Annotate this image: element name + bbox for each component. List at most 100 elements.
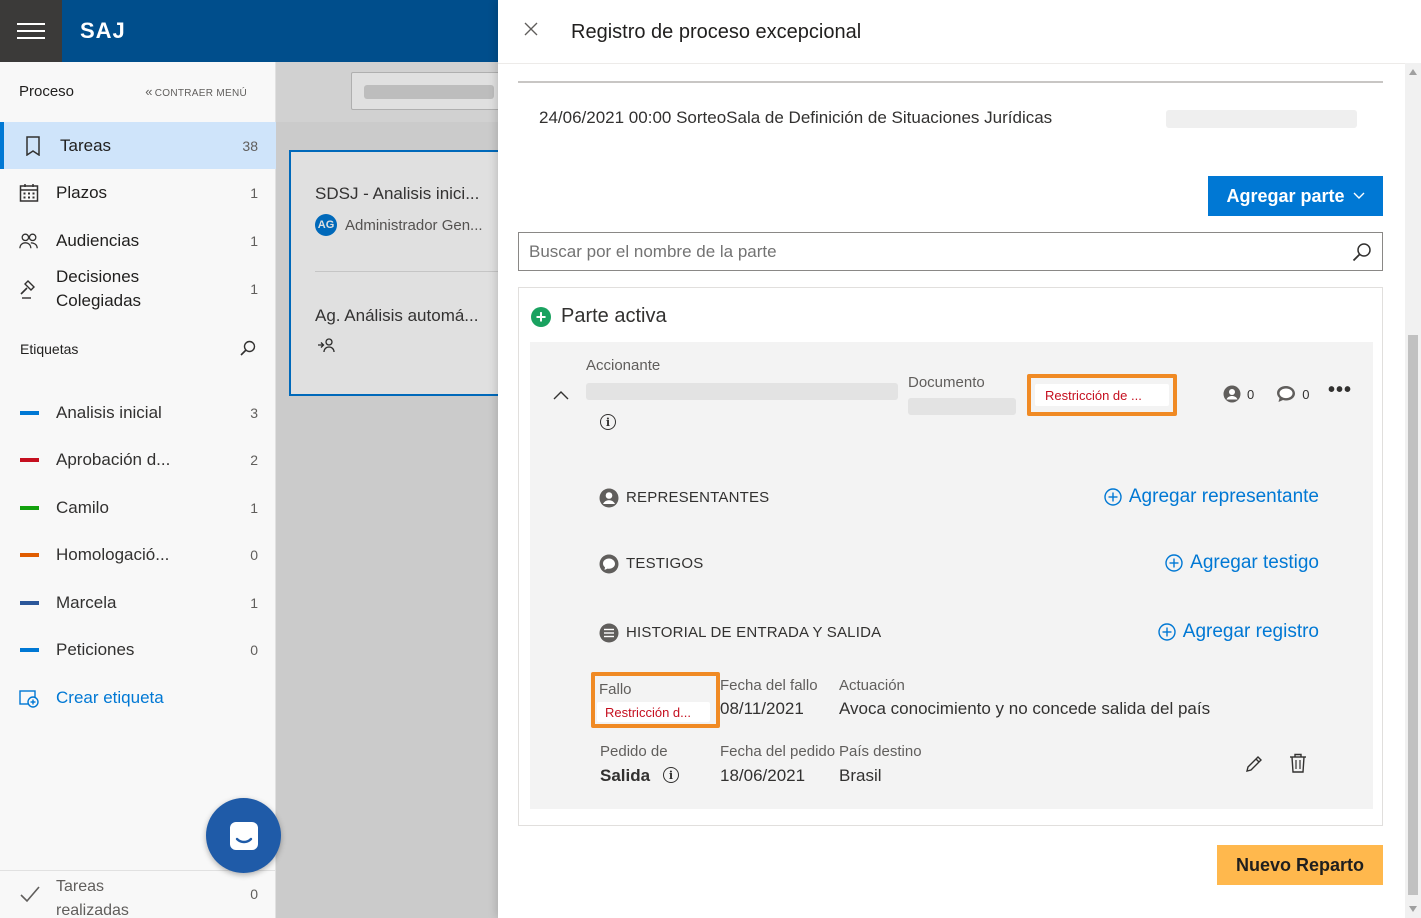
create-tag-button[interactable]: Crear etiqueta: [0, 674, 276, 721]
app-brand: SAJ: [80, 18, 126, 43]
more-options-icon[interactable]: •••: [1328, 380, 1352, 400]
party-card: + Parte activa Accionante i Documento Re…: [518, 287, 1383, 826]
create-tag-label: Crear etiqueta: [56, 687, 164, 707]
scroll-down-icon[interactable]: [1409, 906, 1417, 912]
plus-circle-icon: [1104, 488, 1122, 506]
search-icon[interactable]: [1352, 242, 1372, 262]
sidebar-item-tareas[interactable]: Tareas 38: [0, 122, 276, 169]
sidebar-item-tareas-realizadas[interactable]: Tareas realizadas 0: [0, 870, 276, 918]
info-icon[interactable]: i: [663, 767, 679, 783]
registro-panel: Registro de proceso excepcional 24/06/20…: [498, 0, 1421, 918]
delete-trash-icon[interactable]: [1289, 753, 1309, 773]
tag-item[interactable]: Aprobación d... 2: [0, 436, 276, 483]
sidebar-item-label: Audiencias: [56, 230, 140, 250]
section-historial: HISTORIAL DE ENTRADA Y SALIDA Agregar re…: [599, 621, 1319, 645]
add-testigo-button[interactable]: Agregar testigo: [1165, 552, 1319, 574]
tag-item[interactable]: Camilo 1: [0, 484, 276, 531]
documento-label: Documento: [908, 374, 985, 391]
panel-scrollbar[interactable]: [1405, 63, 1421, 918]
tag-color-bar: [20, 457, 39, 462]
redacted-text: [586, 383, 898, 400]
sidebar-item-audiencias[interactable]: Audiencias 1: [0, 217, 276, 264]
sidebar-section-title: Proceso: [19, 83, 75, 100]
fallo-restriction-badge[interactable]: Restricción d...: [597, 702, 710, 722]
add-party-button[interactable]: Agregar parte: [1208, 176, 1383, 216]
people-icon: [19, 231, 39, 251]
chevron-up-icon[interactable]: [553, 387, 569, 400]
tag-count: 1: [250, 594, 258, 611]
tag-color-bar: [20, 647, 39, 652]
sidebar-item-decisiones-colegiadas[interactable]: Decisiones Colegiadas 1: [0, 264, 276, 314]
add-registro-button[interactable]: Agregar registro: [1158, 621, 1319, 643]
tag-item[interactable]: Marcela 1: [0, 579, 276, 626]
fecha-fallo-value: 08/11/2021: [720, 699, 804, 718]
pedido-label: Pedido de: [600, 743, 668, 760]
scroll-up-icon[interactable]: [1409, 69, 1417, 75]
tag-item[interactable]: Homologació... 0: [0, 531, 276, 578]
fecha-pedido-label: Fecha del pedido: [720, 743, 836, 760]
person-icon: [1223, 385, 1241, 403]
double-chevron-left-icon: «: [145, 84, 153, 99]
divider: [498, 63, 1405, 64]
party-search-input[interactable]: [529, 241, 1329, 262]
sidebar-item-label: Decisiones Colegiadas: [56, 267, 142, 310]
accionante-label: Accionante: [586, 357, 661, 374]
sidebar-item-label: Tareas realizadas: [56, 878, 129, 918]
person-icon: [599, 488, 619, 508]
section-label: REPRESENTANTES: [626, 489, 770, 506]
collapse-menu-button[interactable]: «CONTRAER MENÚ: [145, 84, 247, 99]
sidebar-item-count: 38: [242, 137, 258, 154]
party-search-field[interactable]: [518, 232, 1383, 271]
nuevo-reparto-button[interactable]: Nuevo Reparto: [1217, 845, 1383, 885]
close-icon[interactable]: [524, 22, 544, 42]
add-tag-icon: [19, 688, 39, 708]
scrollbar-thumb[interactable]: [1408, 335, 1418, 895]
sidebar-item-count: 0: [250, 886, 258, 902]
chat-support-button[interactable]: [206, 798, 281, 873]
tag-count: 3: [250, 404, 258, 421]
sidebar-item-count: 1: [250, 232, 258, 249]
chevron-down-icon: [1353, 192, 1365, 199]
plus-circle-icon: [1158, 623, 1176, 641]
redacted-text: [908, 398, 1016, 415]
tag-search-icon[interactable]: [240, 340, 258, 358]
add-representante-button[interactable]: Agregar representante: [1104, 486, 1319, 508]
info-icon[interactable]: i: [600, 414, 616, 430]
edit-pencil-icon[interactable]: [1244, 754, 1264, 774]
chat-icon: [229, 821, 258, 850]
plus-circle-icon[interactable]: +: [531, 306, 551, 327]
person-count: 0: [1247, 386, 1255, 402]
tag-item[interactable]: Peticiones 0: [0, 626, 276, 673]
comment-count: 0: [1302, 386, 1310, 402]
comment-icon: [599, 554, 619, 574]
redacted-text: [1166, 110, 1357, 128]
sidebar: Proceso «CONTRAER MENÚ Tareas 38 Plazos …: [0, 62, 276, 918]
party-header-label: Parte activa: [561, 305, 667, 327]
tag-count: 1: [250, 499, 258, 516]
actuacion-value: Avoca conocimiento y no concede salida d…: [839, 699, 1211, 718]
tag-color-bar: [20, 410, 39, 415]
actuacion-label: Actuación: [839, 677, 905, 694]
tag-color-bar: [20, 552, 39, 557]
tag-count: 0: [250, 546, 258, 563]
tag-label: Aprobación d...: [56, 449, 171, 469]
restriction-badge[interactable]: Restricción de ...: [1035, 384, 1169, 406]
tag-item[interactable]: Analisis inicial 3: [0, 389, 276, 436]
distribution-info: 24/06/2021 00:00 SorteoSala de Definició…: [539, 108, 1053, 127]
bookmark-icon: [23, 135, 43, 156]
pais-destino-value: Brasil: [839, 766, 882, 785]
tag-color-bar: [20, 600, 39, 605]
gavel-icon: [19, 279, 39, 299]
sidebar-item-label: Tareas: [60, 135, 112, 155]
section-label: HISTORIAL DE ENTRADA Y SALIDA: [626, 624, 882, 641]
sidebar-item-plazos[interactable]: Plazos 1: [0, 169, 276, 216]
hamburger-menu-button[interactable]: [0, 0, 62, 62]
party-header: + Parte activa: [531, 305, 667, 328]
pais-destino-label: País destino: [839, 743, 922, 760]
pedido-value: Salida: [600, 766, 651, 785]
checkmark-icon: [19, 883, 41, 905]
divider: [518, 81, 1383, 83]
sidebar-item-count: 1: [250, 281, 258, 297]
sidebar-item-label: Plazos: [56, 182, 108, 202]
plus-circle-icon: [1165, 554, 1183, 572]
